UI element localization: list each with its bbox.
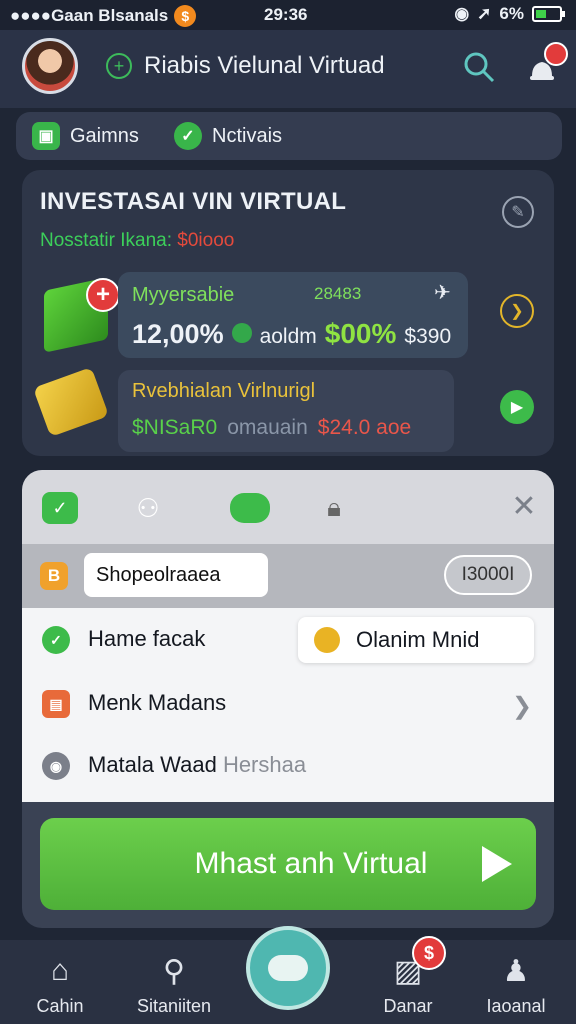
check-coin-icon: ✓ <box>42 492 78 524</box>
user-icon: ⚲ <box>163 954 185 988</box>
list-item-label[interactable]: Menk Madans <box>88 690 226 716</box>
play-icon <box>482 846 512 882</box>
page-title: + Riabis Vielunal Virtuad <box>106 52 385 80</box>
nav-item-profile[interactable]: ♟ Iaoanal <box>456 952 576 1017</box>
nav-label: Sitaniiten <box>136 996 212 1016</box>
card2-muted-value: omauain <box>227 416 308 439</box>
carrier-name: ●●●●Gaan Blsanals <box>10 6 169 25</box>
status-time: 29:36 <box>264 5 308 24</box>
list-item-label[interactable]: Hame facak <box>88 626 205 652</box>
card2-red-value: $24.0 aoe <box>317 416 412 439</box>
list-item-3[interactable]: Matala Waad Hershaa <box>88 752 306 778</box>
chevron-right-icon[interactable]: ❯ <box>512 692 532 721</box>
card1-code: 28483 <box>314 284 362 303</box>
card2-arrow-button[interactable]: ▶ <box>500 390 534 424</box>
list-item-muted: Hershaa <box>222 752 307 777</box>
tab-label: Gaimns <box>70 124 139 147</box>
investment-subtitle: Nosstatir Ikana: $0iooo <box>40 230 234 252</box>
battery-icon <box>532 6 565 22</box>
edit-button[interactable]: ✎ <box>502 196 534 228</box>
card1-label: aoldm <box>259 325 317 348</box>
tab-label: Nctivais <box>212 124 283 147</box>
tab-gaimns[interactable]: ▣ Gaimns <box>32 122 139 150</box>
tab-nctivais[interactable]: ✓ Nctivais <box>174 122 282 150</box>
notification-badge <box>544 42 568 66</box>
nav-label: Danar <box>383 996 433 1016</box>
sun-icon <box>314 627 340 653</box>
shop-icon: B <box>40 562 68 590</box>
card2-green-value: $NISaR0 <box>132 416 218 439</box>
chevron-right-icon: ❯ <box>510 303 524 320</box>
sheet-check-coin-button[interactable]: ✓ <box>40 488 80 528</box>
play-icon: ▶ <box>510 399 524 416</box>
notification-button[interactable] <box>524 42 568 86</box>
search-icon <box>464 52 495 83</box>
add-badge-icon[interactable]: + <box>86 278 120 312</box>
cta-label: Mhast anh Virtual <box>194 847 428 880</box>
option-label: Olanim Mnid <box>356 627 480 652</box>
nav-item-home[interactable]: ⌂ Cahin <box>0 952 120 1017</box>
lock-icon: 🔒︎ <box>327 492 341 522</box>
list-item-label: Matala Waad <box>88 752 217 777</box>
nav-item-danar[interactable]: ▨ Danar <box>348 952 468 1017</box>
card1-small-value: $390 <box>404 325 452 348</box>
book-icon: ▣ <box>32 122 60 150</box>
dollar-coin-icon: $ <box>174 5 197 27</box>
avatar[interactable] <box>22 38 78 94</box>
close-icon: ✕ <box>511 489 537 523</box>
people-icon: ⚇ <box>136 492 160 523</box>
plus-circle-icon[interactable]: + <box>106 53 132 79</box>
battery-percent: 6% <box>499 4 524 23</box>
investment-title: INVESTASAI VIN VIRTUAL <box>40 188 347 215</box>
nav-item-users[interactable]: ⚲ Sitaniiten <box>114 952 234 1017</box>
sheet-lock-button[interactable]: 🔒︎ <box>314 488 354 528</box>
search-input[interactable] <box>84 553 268 597</box>
edit-icon: ✎ <box>511 204 525 221</box>
check-icon: ✓ <box>42 626 70 654</box>
search-button[interactable] <box>462 50 496 84</box>
card1-values: 12,00% aoldm $00% $390 <box>132 318 451 350</box>
header-title-text: Riabis Vielunal Virtuad <box>144 52 385 79</box>
card1-value: $00% <box>324 318 397 349</box>
nav-label: Cahin <box>36 996 84 1016</box>
chart-icon: ▤ <box>42 690 70 718</box>
cloud-icon <box>268 955 308 981</box>
coin-icon <box>231 323 252 343</box>
close-button[interactable]: ✕ <box>506 488 542 524</box>
sheet-toolbar <box>22 470 554 544</box>
wallet-icon: ▨ <box>393 954 423 988</box>
card2-name: Rvebhialan Virlnurigl <box>132 380 316 402</box>
center-action-button[interactable] <box>246 926 330 1010</box>
count-pill[interactable]: I3000I <box>444 555 532 595</box>
card1-percent: 12,00% <box>132 319 224 349</box>
subtitle-label: Nosstatir Ikana: <box>40 230 178 251</box>
tab-bar: ▣ Gaimns ✓ Nctivais <box>16 112 562 160</box>
plane-icon: ✈ <box>434 282 451 304</box>
card1-name: Myyersabie <box>132 284 235 306</box>
subtitle-amount: $0iooo <box>177 230 235 251</box>
dollar-badge-icon: $ <box>412 936 446 970</box>
status-carrier: ●●●●Gaan Blsanals $ <box>10 5 197 27</box>
sheet-cash-button[interactable] <box>230 488 270 528</box>
card1-arrow-button[interactable]: ❯ <box>500 294 534 328</box>
location-pin-icon: ◉ <box>42 752 70 780</box>
card2-values: $NISaR0 omauain $24.0 aoe <box>132 416 411 440</box>
start-virtual-button[interactable]: Mhast anh Virtual <box>40 818 536 910</box>
profile-icon: ♟ <box>502 954 530 988</box>
signal-icon: ➚ <box>477 4 492 23</box>
home-icon: ⌂ <box>50 954 70 987</box>
location-icon: ◉ <box>454 4 470 23</box>
status-right: ◉ ➚ 6% <box>454 4 565 24</box>
option-button[interactable]: Olanim Mnid <box>298 617 534 663</box>
nav-label: Iaoanal <box>486 996 546 1016</box>
cash-icon <box>230 493 270 523</box>
check-icon: ✓ <box>174 122 202 150</box>
sheet-people-button[interactable]: ⚇ <box>128 488 168 528</box>
